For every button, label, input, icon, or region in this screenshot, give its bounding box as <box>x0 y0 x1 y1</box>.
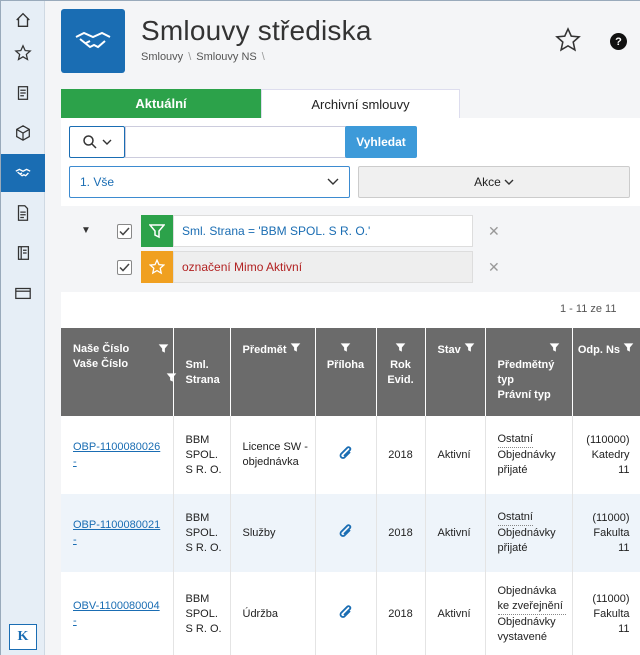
tab-archivni[interactable]: Archivní smlouvy <box>261 89 460 118</box>
cell-odp-code: (110000) <box>586 433 630 446</box>
cell-predmet: Údržba <box>230 572 316 655</box>
documents-icon[interactable] <box>1 74 45 112</box>
table-row[interactable]: OBP-1100080026 - BBM SPOL. S R. O. Licenc… <box>61 416 640 494</box>
cell-odp-code: (11000) <box>592 511 630 524</box>
tab-aktualni[interactable]: Aktuální <box>61 89 261 118</box>
paperclip-icon[interactable] <box>315 572 377 655</box>
col-header-strana[interactable]: Sml. Strana <box>166 328 231 416</box>
contracts-handshake-icon[interactable] <box>1 154 45 192</box>
favorite-star-icon[interactable] <box>555 27 581 56</box>
help-icon[interactable]: ? <box>610 33 627 50</box>
collapse-triangle-icon[interactable]: ▼ <box>81 225 91 236</box>
cell-typ: Ostatní <box>497 510 533 526</box>
breadcrumb-item[interactable]: Smlouvy <box>141 51 183 63</box>
cell-typ: Ostatní <box>497 432 533 448</box>
cell-strana: BBM SPOL. S R. O. <box>173 416 231 494</box>
col-header-stav[interactable]: Stav <box>425 328 486 416</box>
cell-pravni-typ: Objednávky přijaté <box>497 449 556 476</box>
close-icon[interactable]: ✕ <box>488 259 500 276</box>
actions-label: Akce <box>474 175 501 189</box>
filter-icon <box>141 215 173 247</box>
cell-odp-name: Fakulta 11 <box>593 607 630 635</box>
paperclip-icon[interactable] <box>315 416 377 494</box>
contract-link-sub[interactable]: - <box>73 615 77 627</box>
col-header-predmet[interactable]: Předmět <box>230 328 316 416</box>
cell-odp-name: Katedry 11 <box>591 448 630 476</box>
cell-rok: 2018 <box>376 572 426 655</box>
col-header-priloha[interactable]: Příloha <box>315 328 377 416</box>
view-select-value: 1. Vše <box>80 175 115 189</box>
app-logo-icon[interactable]: K <box>9 624 37 650</box>
contracts-table: Naše Číslo Vaše Číslo Sml. Strana Předmět… <box>61 328 640 655</box>
col-header-typ[interactable]: Předmětný typ Právní typ <box>485 328 573 416</box>
cell-stav: Aktivní <box>425 572 486 655</box>
cell-predmet: Služby <box>230 494 316 572</box>
filter-condition[interactable]: Sml. Strana = 'BBM SPOL. S R. O.' <box>173 215 473 247</box>
filter-icon[interactable] <box>290 343 301 356</box>
contract-link-sub[interactable]: - <box>73 456 77 468</box>
breadcrumb-item[interactable]: Smlouvy NS <box>196 51 257 63</box>
cell-odp-code: (11000) <box>592 592 630 605</box>
search-icon <box>83 135 97 149</box>
contract-link[interactable]: OBP-1100080026 <box>73 441 160 453</box>
filter-icon[interactable] <box>158 343 169 359</box>
chevron-down-icon <box>504 179 514 185</box>
filter-checkbox[interactable] <box>117 224 132 239</box>
chevron-down-icon <box>102 139 112 145</box>
col-header-odp[interactable]: Odp. Ns <box>572 328 640 416</box>
star-icon <box>141 251 173 283</box>
page-header: Smlouvy střediska Smlouvy \ Smlouvy NS \ ? <box>45 1 640 89</box>
sidebar: K <box>1 1 45 655</box>
favorites-star-icon[interactable] <box>1 34 45 72</box>
cell-strana: BBM SPOL. S R. O. <box>173 572 231 655</box>
chevron-down-icon <box>327 178 339 185</box>
filter-icon[interactable] <box>623 343 634 356</box>
package-icon[interactable] <box>1 114 45 152</box>
tab-bar: Aktuální Archivní smlouvy <box>61 89 461 118</box>
cell-odp-name: Fakulta 11 <box>593 526 630 554</box>
cell-stav: Aktivní <box>425 416 486 494</box>
col-header-rok[interactable]: Rok Evid. <box>376 328 426 416</box>
cell-pravni-typ: Objednávky přijaté <box>497 527 556 554</box>
filter-icon[interactable] <box>166 372 177 388</box>
cell-strana: BBM SPOL. S R. O. <box>173 494 231 572</box>
contract-link[interactable]: OBP-1100080021 <box>73 519 160 531</box>
page-title: Smlouvy střediska <box>141 15 372 46</box>
search-mode-dropdown[interactable] <box>69 126 125 158</box>
cell-pravni-typ: Objednávky vystavené <box>497 615 556 643</box>
cell-typ: Objednávka ke zveřejnění <box>497 584 566 615</box>
card-icon[interactable] <box>1 274 45 312</box>
ledger-icon[interactable] <box>1 234 45 272</box>
record-count: 1 - 11 ze 11 <box>560 303 617 315</box>
filter-icon[interactable] <box>464 343 475 356</box>
cell-rok: 2018 <box>376 416 426 494</box>
col-header-cislo[interactable]: Naše Číslo Vaše Číslo <box>61 328 174 416</box>
contract-link-sub[interactable]: - <box>73 534 77 546</box>
filter-checkbox[interactable] <box>117 260 132 275</box>
close-icon[interactable]: ✕ <box>488 223 500 240</box>
search-button[interactable]: Vyhledat <box>345 126 417 158</box>
table-row[interactable]: OBV-1100080004 - BBM SPOL. S R. O. Údržba… <box>61 572 640 655</box>
cell-predmet: Licence SW - objednávka <box>230 416 316 494</box>
cell-stav: Aktivní <box>425 494 486 572</box>
filter-icon[interactable] <box>395 343 406 356</box>
cell-rok: 2018 <box>376 494 426 572</box>
view-select[interactable]: 1. Vše <box>69 166 350 198</box>
paperclip-icon[interactable] <box>315 494 377 572</box>
contract-link[interactable]: OBV-1100080004 <box>73 600 160 612</box>
contracts-app-icon <box>61 9 125 73</box>
actions-button[interactable]: Akce <box>358 166 630 198</box>
filter-icon[interactable] <box>340 343 351 356</box>
filter-icon[interactable] <box>549 342 560 358</box>
table-row[interactable]: OBP-1100080021 - BBM SPOL. S R. O. Služby… <box>61 494 640 572</box>
filter-condition[interactable]: označení Mimo Aktivní <box>173 251 473 283</box>
report-icon[interactable] <box>1 194 45 232</box>
breadcrumb: Smlouvy \ Smlouvy NS \ <box>141 51 265 63</box>
